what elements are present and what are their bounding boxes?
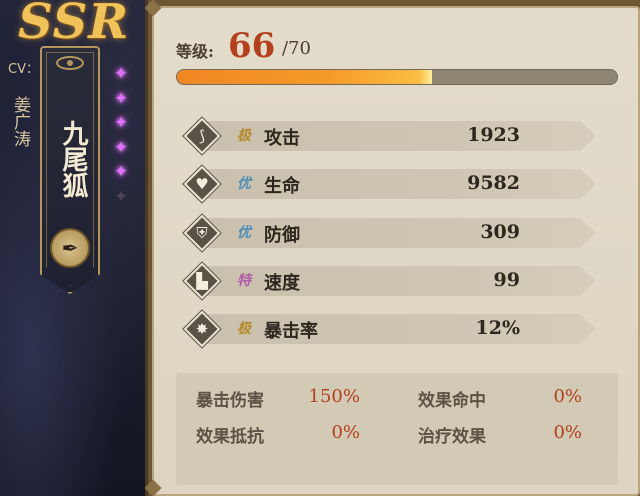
stat-row: ⟆ 极攻击 1923 [176, 116, 618, 156]
stat-row: ♥ 优生命 9582 [176, 164, 618, 204]
cv-label: CV： [8, 62, 39, 77]
stat-row-strip [196, 218, 596, 248]
stat-grade-badge: 极 [237, 128, 251, 144]
quill-icon[interactable]: ✒ [50, 228, 90, 268]
stat-grade-badge: 特 [237, 273, 251, 289]
stat-value: 309 [480, 221, 520, 243]
character-name: 九尾狐 [58, 120, 88, 198]
butterfly-icon: ✦ [113, 162, 129, 182]
eye-ornament-icon [56, 56, 84, 70]
stat-name: 生命 [264, 176, 300, 197]
butterfly-icon: ✦ [113, 64, 129, 84]
stat-grade-badge: 优 [237, 176, 251, 192]
butterfly-icon: ✦ [113, 88, 129, 109]
stat-row-strip [196, 266, 596, 296]
heart-icon: ♥ [182, 164, 222, 204]
stat-name: 攻击 [264, 128, 300, 149]
effect-hit-label: 效果命中 [418, 391, 486, 411]
level-progress-fill [177, 70, 433, 84]
crit-damage-label: 暴击伤害 [196, 391, 264, 411]
stat-grade-badge: 极 [237, 321, 251, 337]
butterfly-icon: ✦ [113, 137, 129, 158]
level-max: /70 [282, 38, 311, 59]
voice-actor-name: 姜广涛 [10, 96, 30, 147]
stat-row-strip [196, 314, 596, 344]
butterfly-icon: ✦ [113, 186, 129, 207]
crit-damage-value: 150% [308, 386, 360, 407]
level-value: 66 [228, 26, 276, 66]
stat-row: ⛨ 优防御 309 [176, 213, 618, 253]
stat-row-strip [196, 121, 596, 151]
awakening-butterflies: ✦ ✦ ✦ ✦ ✦ ✦ [108, 62, 134, 209]
stat-name: 防御 [264, 225, 300, 246]
stat-row: ▙ 特速度 99 [176, 261, 618, 301]
healing-value: 0% [553, 422, 582, 443]
crit-burst-icon: ✸ [182, 309, 222, 349]
level-progress-bar [176, 69, 618, 85]
sword-slash-icon: ⟆ [182, 116, 222, 156]
stat-row-strip [196, 169, 596, 199]
stat-row: ✸ 极暴击率 12% [176, 309, 618, 349]
effect-hit-value: 0% [553, 386, 582, 407]
stat-value: 99 [493, 269, 520, 291]
stat-value: 1923 [467, 124, 520, 146]
rarity-badge: SSR [18, 0, 130, 50]
stat-value: 9582 [467, 172, 520, 194]
stat-name: 暴击率 [264, 321, 318, 342]
stat-name: 速度 [264, 273, 300, 294]
effect-resist-value: 0% [331, 422, 360, 443]
boot-icon: ▙ [182, 261, 222, 301]
shield-icon: ⛨ [182, 213, 222, 253]
effect-resist-label: 效果抵抗 [196, 427, 264, 447]
level-label: 等级: [176, 42, 214, 61]
stat-value: 12% [475, 317, 521, 339]
butterfly-icon: ✦ [113, 113, 129, 133]
healing-label: 治疗效果 [418, 427, 486, 447]
stat-grade-badge: 优 [237, 225, 251, 241]
